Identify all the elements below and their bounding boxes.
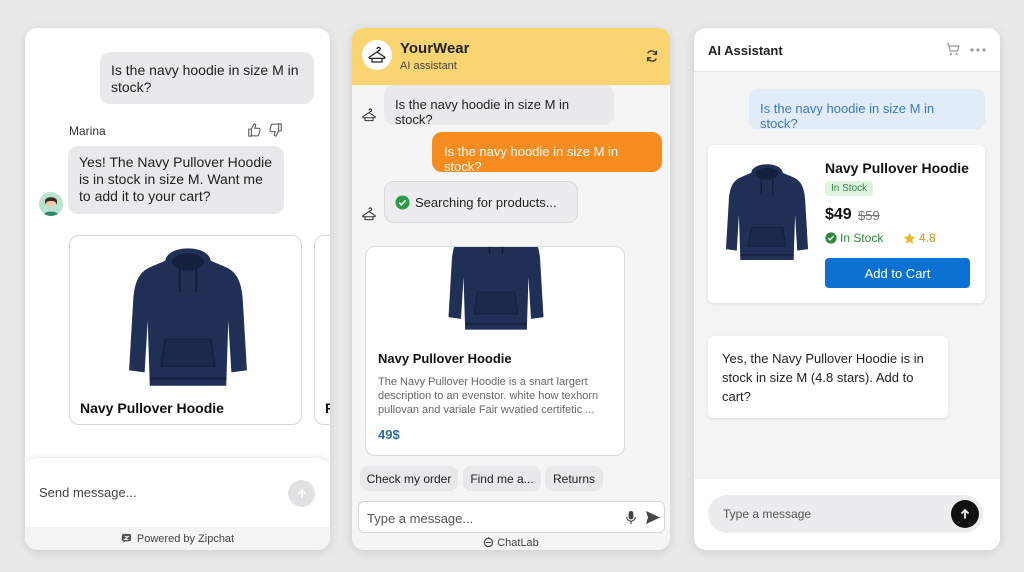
rating-value: 4.8	[919, 231, 936, 245]
bot-message-bubble: Yes! The Navy Pullover Hoodie is in stoc…	[68, 146, 284, 214]
chat-header: YourWear AI assistant	[352, 28, 670, 85]
chat-header: AI Assistant	[694, 28, 1000, 72]
hoodie-image	[722, 157, 812, 265]
user-message-bubble: Is the navy hoodie in size M in stock?	[749, 89, 985, 131]
quick-reply-check-order[interactable]: Check my order	[360, 466, 458, 491]
star-icon	[903, 232, 916, 244]
arrow-up-icon	[960, 508, 970, 519]
stock-status: In Stock	[825, 231, 883, 245]
message-input[interactable]: Type a message	[723, 507, 811, 521]
hanger-icon	[362, 40, 392, 70]
arrow-up-icon	[297, 488, 306, 498]
product-card-next[interactable]: P	[314, 235, 330, 425]
quick-reply-find[interactable]: Find me a...	[463, 466, 541, 491]
message-composer: Send message...	[25, 457, 330, 527]
product-description: The Navy Pullover Hoodie is a snart larg…	[378, 376, 599, 416]
send-button[interactable]	[951, 500, 979, 528]
chatlab-icon	[483, 537, 494, 548]
bot-message-bubble: Yes, the Navy Pullover Hoodie is in stoc…	[708, 336, 948, 418]
message-composer: Type a message	[694, 479, 1000, 550]
stock-text: In Stock	[840, 231, 884, 245]
product-price: 49$	[378, 427, 400, 442]
zipchat-icon	[121, 533, 131, 544]
product-price: $49	[825, 206, 852, 223]
mic-icon[interactable]	[625, 510, 637, 525]
product-rating: 4.8	[903, 231, 936, 245]
brand-subtitle: AI assistant	[400, 60, 457, 72]
message-input[interactable]: Type a message...	[367, 511, 473, 526]
product-title: P	[325, 400, 330, 416]
thumbs-down-icon[interactable]	[269, 123, 283, 137]
powered-by-footer[interactable]: Powered by Zipchat	[25, 527, 330, 550]
product-old-price: $59	[858, 208, 880, 223]
product-title: Navy Pullover Hoodie	[825, 160, 969, 176]
check-circle-icon	[395, 194, 410, 210]
hoodie-image	[124, 238, 252, 393]
chat-panel-zipchat: Is the navy hoodie in size M in stock? M…	[25, 28, 330, 550]
cart-icon[interactable]	[946, 43, 960, 56]
product-card[interactable]: Navy Pullover Hoodie	[69, 235, 302, 425]
quick-reply-returns[interactable]: Returns	[545, 466, 603, 491]
product-title: Navy Pullover Hoodie	[80, 400, 224, 416]
message-input-bar: Type a message	[708, 495, 983, 533]
searching-text: Searching for products...	[415, 194, 557, 210]
searching-status: Searching for products...	[384, 181, 578, 223]
thumbs-up-icon[interactable]	[247, 123, 261, 137]
send-button[interactable]	[288, 480, 315, 507]
product-title: Navy Pullover Hoodie	[378, 351, 512, 366]
user-message-bubble: Is the navy hoodie in size M in stock?	[432, 132, 662, 174]
brand-name: YourWear	[400, 40, 470, 57]
agent-name: Marina	[69, 124, 106, 138]
add-to-cart-button[interactable]: Add to Cart	[825, 258, 970, 288]
powered-by-footer[interactable]: ChatLab	[352, 535, 670, 550]
product-card[interactable]: Navy Pullover Hoodie In Stock $49 $59 In…	[708, 145, 985, 303]
hoodie-image	[436, 247, 556, 339]
header-title: AI Assistant	[708, 43, 783, 58]
hanger-icon	[362, 207, 376, 221]
footer-text: ChatLab	[497, 536, 539, 549]
chat-panel-yourwear: YourWear AI assistant Is the navy hoodie…	[352, 28, 670, 550]
send-icon[interactable]	[645, 510, 661, 525]
message-input-bar: Type a message...	[358, 501, 665, 533]
agent-avatar	[39, 192, 63, 216]
feedback-buttons	[247, 123, 283, 137]
footer-text: Powered by Zipchat	[136, 532, 235, 545]
hanger-icon	[362, 108, 376, 122]
refresh-icon[interactable]	[645, 49, 659, 63]
check-circle-icon	[825, 232, 837, 244]
message-input[interactable]: Send message...	[39, 485, 137, 500]
product-card[interactable]: Navy Pullover Hoodie The Navy Pullover H…	[365, 246, 625, 456]
chat-panel-ai-assistant: AI Assistant Is the navy hoodie in size …	[694, 28, 1000, 550]
user-message-bubble: Is the navy hoodie in size M in stock?	[100, 52, 314, 104]
stock-badge: In Stock	[825, 181, 874, 196]
bot-message-bubble: Is the navy hoodie in size M in stock?	[384, 85, 614, 127]
more-dots-icon[interactable]	[970, 48, 986, 52]
